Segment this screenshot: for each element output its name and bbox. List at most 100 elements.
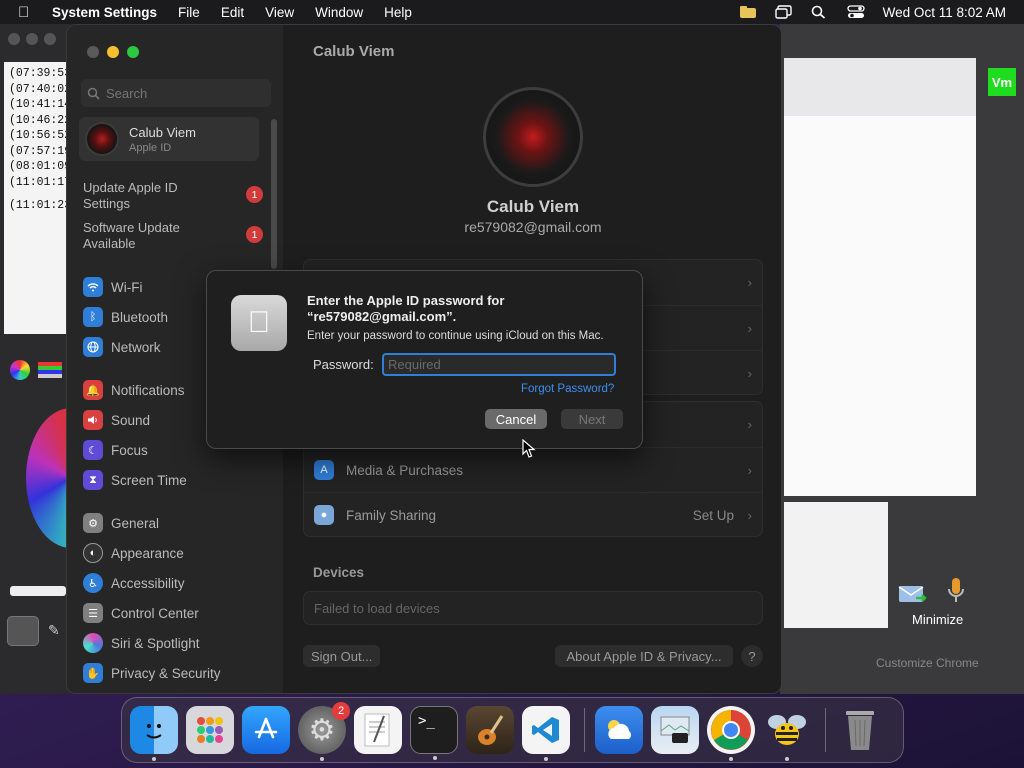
garageband-icon[interactable] — [466, 706, 514, 754]
account-subtitle: Apple ID — [129, 141, 172, 154]
sidebar-item-privacy-security[interactable]: ✋ Privacy & Security — [83, 658, 273, 688]
browser-page — [784, 116, 976, 496]
password-label: Password: — [313, 357, 374, 372]
vscode-icon[interactable] — [522, 706, 570, 761]
menu-help[interactable]: Help — [384, 5, 412, 20]
chrome-icon[interactable] — [707, 706, 755, 761]
help-button[interactable]: ? — [741, 645, 763, 667]
folder-status-icon[interactable] — [739, 5, 757, 19]
forgot-password-link[interactable]: Forgot Password? — [521, 383, 614, 395]
color-picker-icon[interactable] — [10, 360, 30, 380]
menu-window[interactable]: Window — [315, 5, 363, 20]
moon-icon: ☾ — [83, 440, 103, 460]
chevron-right-icon: › — [747, 275, 752, 290]
account-name: Calub Viem — [129, 124, 196, 140]
sidebar-item-control-center[interactable]: ☰ Control Center — [83, 598, 273, 628]
menu-file[interactable]: File — [178, 5, 200, 20]
hand-icon: ✋ — [83, 663, 103, 683]
family-icon: ● — [314, 505, 334, 525]
log-line: (07:40:02 — [9, 82, 66, 96]
terminal-icon[interactable]: >_ — [410, 706, 458, 760]
sidebar-item-general[interactable]: ⚙ General — [83, 508, 273, 538]
gear-icon: ⚙ — [83, 513, 103, 533]
customize-chrome-button[interactable]: Customize Chrome — [876, 656, 979, 670]
browser-toolbar — [784, 58, 976, 116]
bee-app-icon[interactable] — [763, 706, 811, 761]
settings-badge: 2 — [332, 702, 350, 720]
running-indicator — [433, 756, 437, 760]
browser-lower-panel — [784, 502, 888, 628]
sidebar-item-update-apple-id[interactable]: Update Apple ID Settings 1 — [83, 180, 273, 212]
control-center-icon: ☰ — [83, 603, 103, 623]
running-indicator — [785, 757, 789, 761]
sidebar-item-label: Sound — [111, 412, 151, 428]
log-line: (07:57:19 — [9, 144, 66, 158]
avatar — [85, 122, 119, 156]
next-button[interactable]: Next — [561, 409, 623, 429]
sign-out-button[interactable]: Sign Out... — [303, 645, 381, 667]
textedit-icon[interactable] — [354, 706, 402, 754]
zoom-button[interactable] — [127, 46, 139, 58]
preview-icon[interactable] — [651, 706, 699, 754]
vm-badge[interactable]: Vm — [988, 68, 1016, 96]
profile-avatar[interactable] — [483, 87, 583, 187]
dialog-message: Enter your password to continue using iC… — [307, 330, 604, 342]
system-settings-icon[interactable]: ⚙ 2 — [298, 702, 350, 761]
sidebar-item-label: Control Center — [111, 605, 199, 621]
software-update-label: Software Update Available — [83, 220, 180, 251]
spotlight-search-icon[interactable] — [811, 5, 829, 19]
log-line: (10:41:14 — [9, 98, 66, 111]
eyedropper-icon[interactable]: ✎ — [48, 622, 60, 639]
close-button[interactable] — [87, 46, 99, 58]
globe-icon — [83, 337, 103, 357]
sidebar-item-screen-time[interactable]: ⧗ Screen Time — [83, 465, 273, 495]
mail-forward-icon[interactable] — [898, 584, 928, 606]
password-input[interactable] — [382, 353, 616, 376]
apple-menu-icon[interactable]:  — [18, 4, 38, 21]
software-update-badge: 1 — [246, 226, 263, 243]
family-setup-link[interactable]: Set Up — [693, 508, 734, 523]
sidebar-item-siri-spotlight[interactable]: Siri & Spotlight — [83, 628, 273, 658]
sidebar-item-label: General — [111, 515, 160, 531]
cancel-button[interactable]: Cancel — [485, 409, 547, 429]
sidebar-item-label: Appearance — [111, 545, 184, 561]
settings-row-family-sharing[interactable]: ● Family Sharing Set Up › — [304, 492, 762, 537]
log-line: (07:39:53 — [9, 67, 66, 80]
log-line: (11:01:23 — [9, 199, 66, 212]
minimize-button[interactable] — [107, 46, 119, 58]
menu-view[interactable]: View — [265, 5, 294, 20]
sidebar-apple-id-card[interactable]: Calub Viem Apple ID — [79, 117, 259, 161]
microphone-icon[interactable] — [946, 576, 966, 606]
mouse-cursor-icon — [522, 439, 536, 458]
finder-icon[interactable] — [130, 706, 178, 761]
sidebar-item-software-update[interactable]: Software Update Available 1 — [83, 220, 273, 252]
siri-icon — [83, 633, 103, 653]
launchpad-icon[interactable] — [186, 706, 234, 754]
menu-edit[interactable]: Edit — [221, 5, 244, 20]
log-line: (11:01:17 — [9, 175, 66, 189]
chevron-right-icon: › — [747, 507, 752, 523]
sidebar-item-appearance[interactable]: ◐ Appearance — [83, 538, 273, 568]
update-apple-id-label: Update Apple ID Settings — [83, 180, 178, 211]
menu-bar-clock[interactable]: Wed Oct 11 8:02 AM — [883, 5, 1006, 20]
sidebar-item-label: Focus — [111, 442, 148, 458]
color-swatch[interactable] — [7, 616, 39, 646]
screen-mirroring-icon[interactable] — [774, 5, 793, 19]
weather-icon[interactable] — [595, 706, 643, 754]
row-label: Media & Purchases — [346, 462, 464, 478]
color-sliders-icon[interactable] — [38, 362, 62, 378]
app-store-icon[interactable] — [242, 706, 290, 754]
sidebar-scrollbar[interactable] — [271, 119, 277, 269]
minimize-label[interactable]: Minimize — [912, 612, 963, 627]
brightness-slider[interactable] — [10, 586, 66, 596]
control-center-icon[interactable] — [847, 5, 865, 19]
about-privacy-button[interactable]: About Apple ID & Privacy... — [555, 645, 733, 667]
app-store-icon: A — [314, 460, 334, 480]
search-field[interactable] — [81, 79, 271, 107]
search-input[interactable] — [106, 85, 256, 101]
sidebar-item-accessibility[interactable]: ♿ Accessibility — [83, 568, 273, 598]
trash-icon[interactable] — [836, 706, 884, 754]
log-line: (10:56:52 — [9, 129, 66, 142]
chevron-right-icon: › — [747, 365, 752, 381]
menu-app-name[interactable]: System Settings — [52, 5, 157, 20]
